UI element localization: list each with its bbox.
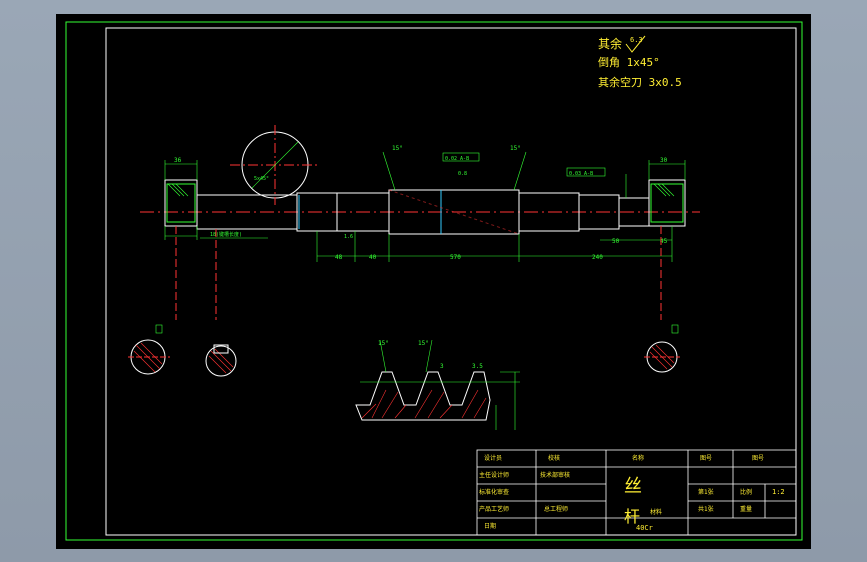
- thread-detail: 15° 15° 3 3.5: [355, 339, 520, 430]
- shaft-dimensions: 48 40 570 240 50 45 36 30 15° 15° 0.02 A…: [174, 145, 668, 261]
- shaft-view: [140, 151, 700, 262]
- section-label: 5x45°: [254, 176, 269, 182]
- tb-weight: 重量: [740, 505, 752, 513]
- dim-top-right: 30: [660, 157, 668, 164]
- thread-angle-mid: 15°: [418, 340, 429, 347]
- dim-right-1: 50: [612, 238, 620, 245]
- note-line3: 其余空刀 3x0.5: [598, 75, 682, 89]
- section-middle: [205, 344, 237, 377]
- tolerance-right: 0.03 A-B: [569, 171, 593, 177]
- tb-name: 名称: [632, 454, 644, 462]
- tolerance-mid: 0.02 A-B: [445, 156, 469, 162]
- thread-depth: 3.5: [472, 363, 483, 370]
- angle-left: 15°: [392, 145, 403, 152]
- tb-scale-label: 比例: [740, 488, 752, 496]
- tb-chief-eng: 总工程师: [544, 505, 568, 513]
- tb-date: 日期: [484, 522, 496, 530]
- title-block-text: 设计员 校核 名称 图号 图号 主任设计师 技术部审核 第1张 比例 1:2 标…: [479, 454, 785, 532]
- cad-viewport[interactable]: 其余 6.3 倒角 1x45° 其余空刀 3x0.5 48 40 570 240…: [0, 0, 867, 562]
- note-line1-symbol: 6.3: [630, 36, 643, 44]
- tb-standard: 标准化审查: [479, 488, 509, 496]
- dim-top-left: 36: [174, 157, 182, 164]
- keyway-label: 18(键槽长度): [210, 231, 242, 238]
- tb-checker: 校核: [548, 454, 560, 462]
- dim-bottom-4: 240: [592, 254, 603, 261]
- angle-right: 15°: [510, 145, 521, 152]
- thread-pitch: 3: [440, 363, 444, 370]
- dim-bottom-3: 570: [450, 254, 461, 261]
- note-line2: 倒角 1x45°: [598, 56, 660, 69]
- tb-drawno-2: 图号: [752, 455, 764, 462]
- ra-label-2: 1.6: [344, 234, 353, 240]
- tb-material-label: 材料: [650, 508, 662, 516]
- tb-drawno-1: 图号: [700, 455, 712, 462]
- tech-notes: 其余 6.3 倒角 1x45° 其余空刀 3x0.5: [598, 35, 682, 89]
- section-left: [128, 324, 170, 375]
- tb-chief: 主任设计师: [479, 471, 509, 479]
- tb-tech-review: 技术部审核: [540, 471, 570, 479]
- inner-border: [105, 27, 797, 536]
- tb-designer: 设计员: [484, 454, 502, 462]
- section-cut-lines: [175, 226, 662, 320]
- thread-angle-left: 15°: [378, 340, 389, 347]
- cad-drawing: 其余 6.3 倒角 1x45° 其余空刀 3x0.5 48 40 570 240…: [65, 21, 803, 541]
- tb-process: 产品工艺师: [479, 505, 509, 513]
- ra-label: 0.8: [458, 171, 467, 177]
- tb-scale: 1:2: [772, 488, 785, 496]
- tb-sheet: 第1张: [698, 488, 714, 496]
- dim-bottom-1: 48: [335, 254, 343, 261]
- tb-total: 共1张: [698, 505, 714, 513]
- tb-part-name: 丝: [624, 476, 642, 497]
- dim-bottom-2: 40: [369, 254, 377, 261]
- tb-material: 40Cr: [636, 524, 653, 532]
- section-right: [644, 324, 680, 373]
- note-line1: 其余: [598, 36, 622, 51]
